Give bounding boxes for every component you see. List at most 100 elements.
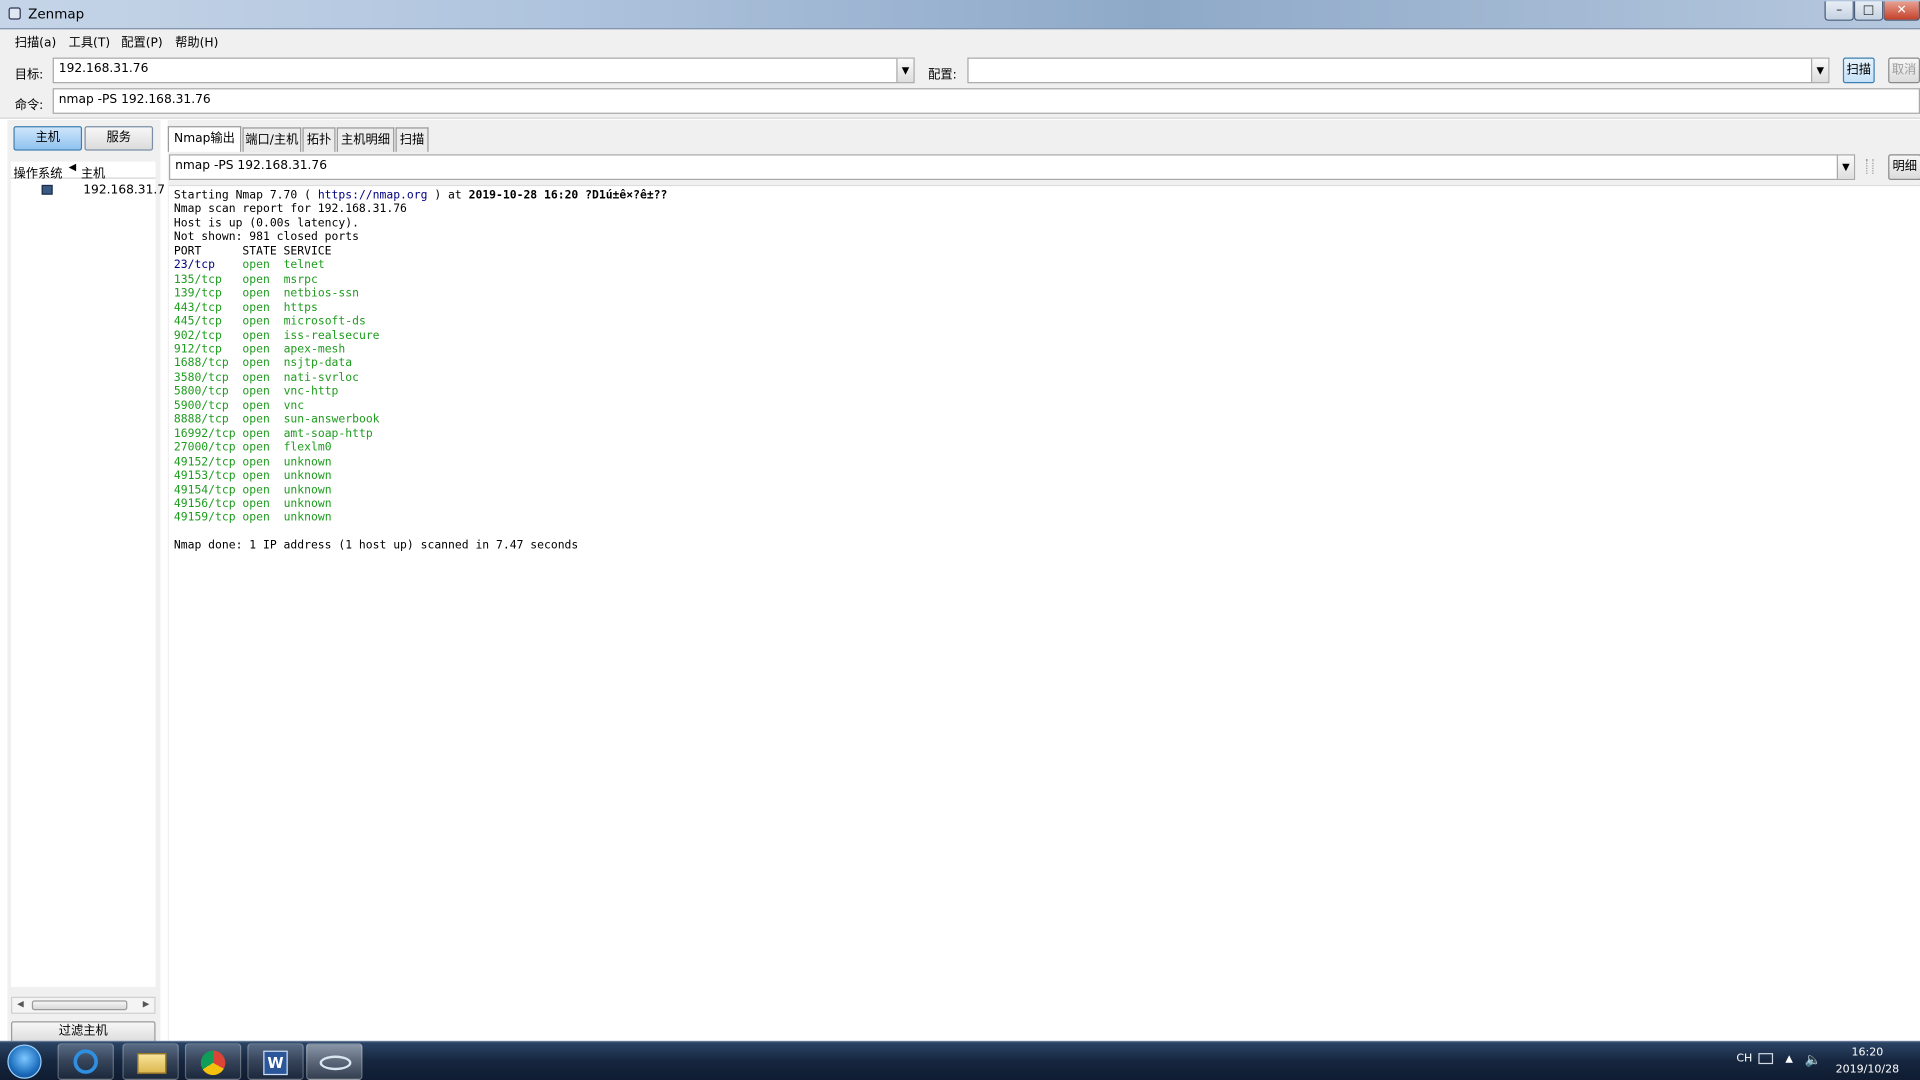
port-service: msrpc [283,272,318,287]
menu-profile[interactable]: 配置(P) [121,32,162,50]
port-state: open [242,497,270,511]
port-row: 49159/tcp open unknown [174,511,332,524]
tab-scans[interactable]: 扫描 [395,127,429,152]
port-number: 27000/tcp [173,441,236,455]
minimize-button[interactable]: – [1824,1,1854,21]
menu-scan[interactable]: 扫描(a) [15,32,57,50]
close-button[interactable]: ✕ [1883,1,1920,21]
port-row: 23/tcp open telnet [174,259,325,272]
port-state: open [242,356,270,371]
keyboard-icon[interactable] [1758,1053,1774,1065]
maximize-button[interactable]: □ [1853,1,1884,21]
output-not-shown: Not shown: 981 closed ports [173,230,359,245]
target-label: 目标: [14,68,44,83]
port-number: 443/tcp [173,300,222,315]
tab-topology[interactable]: 拓扑 [302,127,336,152]
port-state: open [242,286,270,301]
host-list: 192.168.31.7 [11,178,165,987]
menu-help[interactable]: 帮助(H) [175,32,218,50]
internet-explorer-taskbar-button[interactable] [57,1043,114,1080]
port-row: 445/tcp open microsoft-ds [174,315,366,328]
port-service: unknown [283,455,332,469]
port-number: 3580/tcp [173,370,229,385]
menu-bar: 扫描(a) 工具(T) 配置(P) 帮助(H) [0,29,1920,52]
title-bar: Zenmap – □ ✕ [0,0,1920,30]
grip-icon [1866,159,1874,174]
scan-button[interactable]: 扫描 [1842,57,1875,84]
port-state: open [242,370,270,385]
profile-label: 配置: [928,68,957,83]
clock[interactable]: 16:20 2019/10/28 [1832,1044,1903,1078]
port-number: 912/tcp [173,342,222,357]
tab-ports-hosts[interactable]: 端口/主机 [242,127,302,152]
port-row: 27000/tcp open flexlm0 [174,441,332,454]
chrome-taskbar-button[interactable] [184,1043,242,1080]
port-number: 135/tcp [173,272,222,287]
taskbar: W CH ▲ 🔈 16:20 2019/10/28 [0,1040,1920,1080]
port-number: 5800/tcp [173,384,229,399]
port-number: 49156/tcp [173,497,236,511]
target-combo[interactable]: 192.168.31.76 ▼ [52,57,915,84]
port-row: 16992/tcp open amt-soap-http [174,427,373,440]
port-row: 8888/tcp open sun-answerbook [174,413,380,426]
cancel-button[interactable]: 取消 [1888,57,1920,84]
scroll-right-icon[interactable]: ▶ [143,999,150,1009]
port-service: flexlm0 [283,441,332,455]
port-state: open [242,342,270,357]
port-row: 902/tcp open iss-realsecure [174,329,380,342]
host-row[interactable]: 192.168.31.7 [11,181,165,201]
target-dropdown-icon[interactable]: ▼ [896,58,914,83]
port-service: https [283,300,318,315]
output-panel: Nmap输出 端口/主机 拓扑 主机明细 扫描 nmap -PS 192.168… [167,120,1920,1043]
scroll-thumb[interactable] [31,1000,128,1011]
target-input[interactable]: 192.168.31.76 [59,62,149,75]
services-tab[interactable]: 服务 [84,126,154,151]
port-state: open [242,272,270,287]
chrome-icon [200,1050,226,1076]
start-button[interactable] [7,1044,42,1079]
scan-select[interactable]: nmap -PS 192.168.31.76 ▼ [168,154,1856,181]
output-start-mid: ) at [427,188,469,203]
scroll-left-icon[interactable]: ◀ [17,999,24,1009]
port-number: 902/tcp [173,328,222,343]
port-service: sun-answerbook [283,412,380,427]
scan-select-dropdown-icon[interactable]: ▼ [1836,155,1854,179]
output-url[interactable]: https://nmap.org [318,189,428,202]
menu-tools[interactable]: 工具(T) [69,32,111,50]
explorer-taskbar-button[interactable] [122,1043,179,1080]
command-input[interactable]: nmap -PS 192.168.31.76 [52,88,1920,114]
show-hidden-icons-icon[interactable]: ▲ [1785,1053,1793,1064]
details-button[interactable]: 明细 [1888,154,1920,181]
port-service: amt-soap-http [283,426,373,441]
tab-host-details[interactable]: 主机明细 [336,127,395,152]
volume-icon[interactable]: 🔈 [1805,1052,1822,1068]
os-windows-icon [41,184,53,195]
port-number: 445/tcp [173,314,222,329]
port-row: 912/tcp open apex-mesh [174,343,345,356]
tab-nmap-output[interactable]: Nmap输出 [167,126,242,152]
zenmap-taskbar-button[interactable] [306,1043,363,1080]
host-list-scrollbar[interactable]: ◀ ▶ [11,996,156,1014]
port-row: 1688/tcp open nsjtp-data [174,357,352,370]
port-state: open [242,511,270,525]
port-number: 49152/tcp [173,455,236,469]
host-panel: 主机 服务 操作系统 ◀ 主机 192.168.31.7 ◀ ▶ 过滤主机 [7,120,165,1044]
port-state: open [242,258,270,273]
port-state: open [242,398,270,413]
word-icon: W [263,1050,288,1076]
profile-dropdown-icon[interactable]: ▼ [1811,58,1829,83]
profile-combo[interactable]: ▼ [967,57,1830,84]
port-service: unknown [283,483,332,497]
port-state: open [242,384,270,399]
input-language[interactable]: CH [1736,1053,1752,1065]
port-row: 135/tcp open msrpc [174,273,318,286]
hosts-tab[interactable]: 主机 [13,126,83,151]
port-service: telnet [283,258,325,273]
port-number: 49153/tcp [173,469,236,483]
port-number: 23/tcp [173,258,216,273]
word-taskbar-button[interactable]: W [247,1043,304,1080]
port-service: unknown [283,469,332,483]
port-state: open [242,455,270,469]
nmap-output-area[interactable]: Starting Nmap 7.70 ( https://nmap.org ) … [168,184,1920,1043]
scan-select-value: nmap -PS 192.168.31.76 [175,159,328,173]
